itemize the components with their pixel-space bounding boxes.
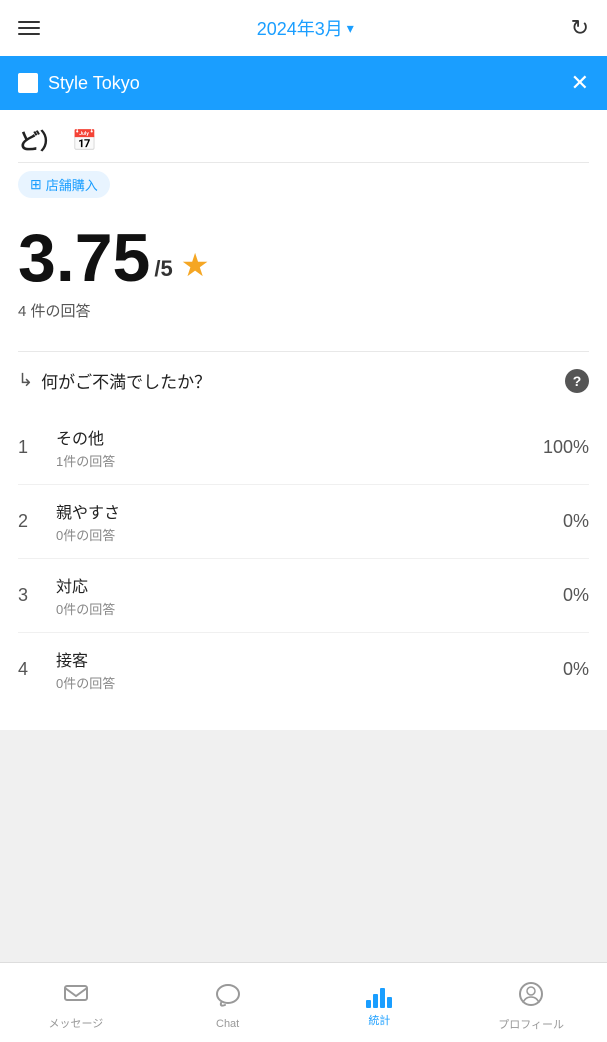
partial-text: ど）	[18, 124, 62, 156]
rating-section: 3.75 /5 ★ 4 件の回答	[18, 214, 589, 341]
profile-icon	[518, 981, 544, 1012]
question-text: 何がご不満でしたか？	[41, 368, 211, 393]
rating-denom: /5	[154, 256, 172, 282]
item-info-4: 接客 0件の回答	[56, 647, 563, 692]
nav-label-messages: メッセージ	[48, 1015, 103, 1031]
close-button[interactable]: ✕	[571, 72, 589, 94]
layers-icon: ⊞	[30, 176, 42, 193]
nav-label-profile: プロフィール	[498, 1016, 564, 1032]
item-info-1: その他 1件の回答	[56, 425, 543, 470]
store-purchase-tag[interactable]: ⊞ 店舗購入	[18, 171, 110, 198]
item-sub-1: 1件の回答	[56, 451, 543, 470]
store-info: Style Tokyo	[18, 73, 140, 94]
item-sub-4: 0件の回答	[56, 673, 563, 692]
rating-number: 3.75	[18, 224, 150, 292]
refresh-button[interactable]: ↻	[571, 17, 589, 39]
item-label-1: その他	[56, 425, 543, 449]
item-sub-2: 0件の回答	[56, 525, 563, 544]
menu-button[interactable]	[18, 21, 40, 35]
rank-3: 3	[18, 585, 46, 606]
divider	[18, 351, 589, 352]
item-pct-4: 0%	[563, 659, 589, 680]
date-selector[interactable]: 2024年3月 ▾	[257, 15, 354, 41]
calendar-icon: 📅	[72, 128, 97, 153]
store-icon	[18, 73, 38, 93]
response-list: 1 その他 1件の回答 100% 2 親やすさ 0件の回答 0% 3 対応 0件…	[18, 411, 589, 706]
list-item: 1 その他 1件の回答 100%	[18, 411, 589, 485]
partial-row: ど） 📅	[18, 110, 589, 163]
item-pct-3: 0%	[563, 585, 589, 606]
item-pct-1: 100%	[543, 437, 589, 458]
stats-icon	[366, 986, 392, 1008]
current-date: 2024年3月	[257, 15, 343, 41]
item-label-4: 接客	[56, 647, 563, 671]
main-content: ど） 📅 ⊞ 店舗購入 3.75 /5 ★ 4 件の回答 ↳ 何がご不満でしたか…	[0, 110, 607, 730]
tag-label: 店舗購入	[46, 175, 98, 194]
question-left: ↳ 何がご不満でしたか？	[18, 368, 211, 393]
question-header: ↳ 何がご不満でしたか？ ?	[18, 368, 589, 393]
item-label-2: 親やすさ	[56, 499, 563, 523]
item-sub-3: 0件の回答	[56, 599, 563, 618]
rank-4: 4	[18, 659, 46, 680]
top-bar: 2024年3月 ▾ ↻	[0, 0, 607, 56]
rating-count: 4 件の回答	[18, 300, 589, 321]
chevron-down-icon: ▾	[347, 20, 354, 37]
bottom-spacer	[0, 730, 607, 820]
nav-label-chat: Chat	[216, 1018, 239, 1030]
nav-label-stats: 統計	[368, 1012, 390, 1028]
nav-item-messages[interactable]: メッセージ	[0, 974, 152, 1031]
item-info-2: 親やすさ 0件の回答	[56, 499, 563, 544]
star-icon: ★	[181, 246, 210, 284]
reply-arrow-icon: ↳	[18, 370, 33, 391]
item-info-3: 対応 0件の回答	[56, 573, 563, 618]
store-name: Style Tokyo	[48, 73, 140, 94]
item-label-3: 対応	[56, 573, 563, 597]
list-item: 4 接客 0件の回答 0%	[18, 633, 589, 706]
list-item: 2 親やすさ 0件の回答 0%	[18, 485, 589, 559]
bottom-navigation: メッセージ Chat 統計	[0, 962, 607, 1042]
messages-icon	[63, 982, 89, 1011]
list-item: 3 対応 0件の回答 0%	[18, 559, 589, 633]
help-icon[interactable]: ?	[565, 369, 589, 393]
nav-item-stats[interactable]: 統計	[304, 978, 456, 1028]
item-pct-2: 0%	[563, 511, 589, 532]
chat-icon	[215, 983, 241, 1014]
nav-item-profile[interactable]: プロフィール	[455, 973, 607, 1032]
rating-display: 3.75 /5 ★	[18, 224, 589, 292]
rank-2: 2	[18, 511, 46, 532]
rank-1: 1	[18, 437, 46, 458]
nav-item-chat[interactable]: Chat	[152, 975, 304, 1030]
store-header: Style Tokyo ✕	[0, 56, 607, 110]
